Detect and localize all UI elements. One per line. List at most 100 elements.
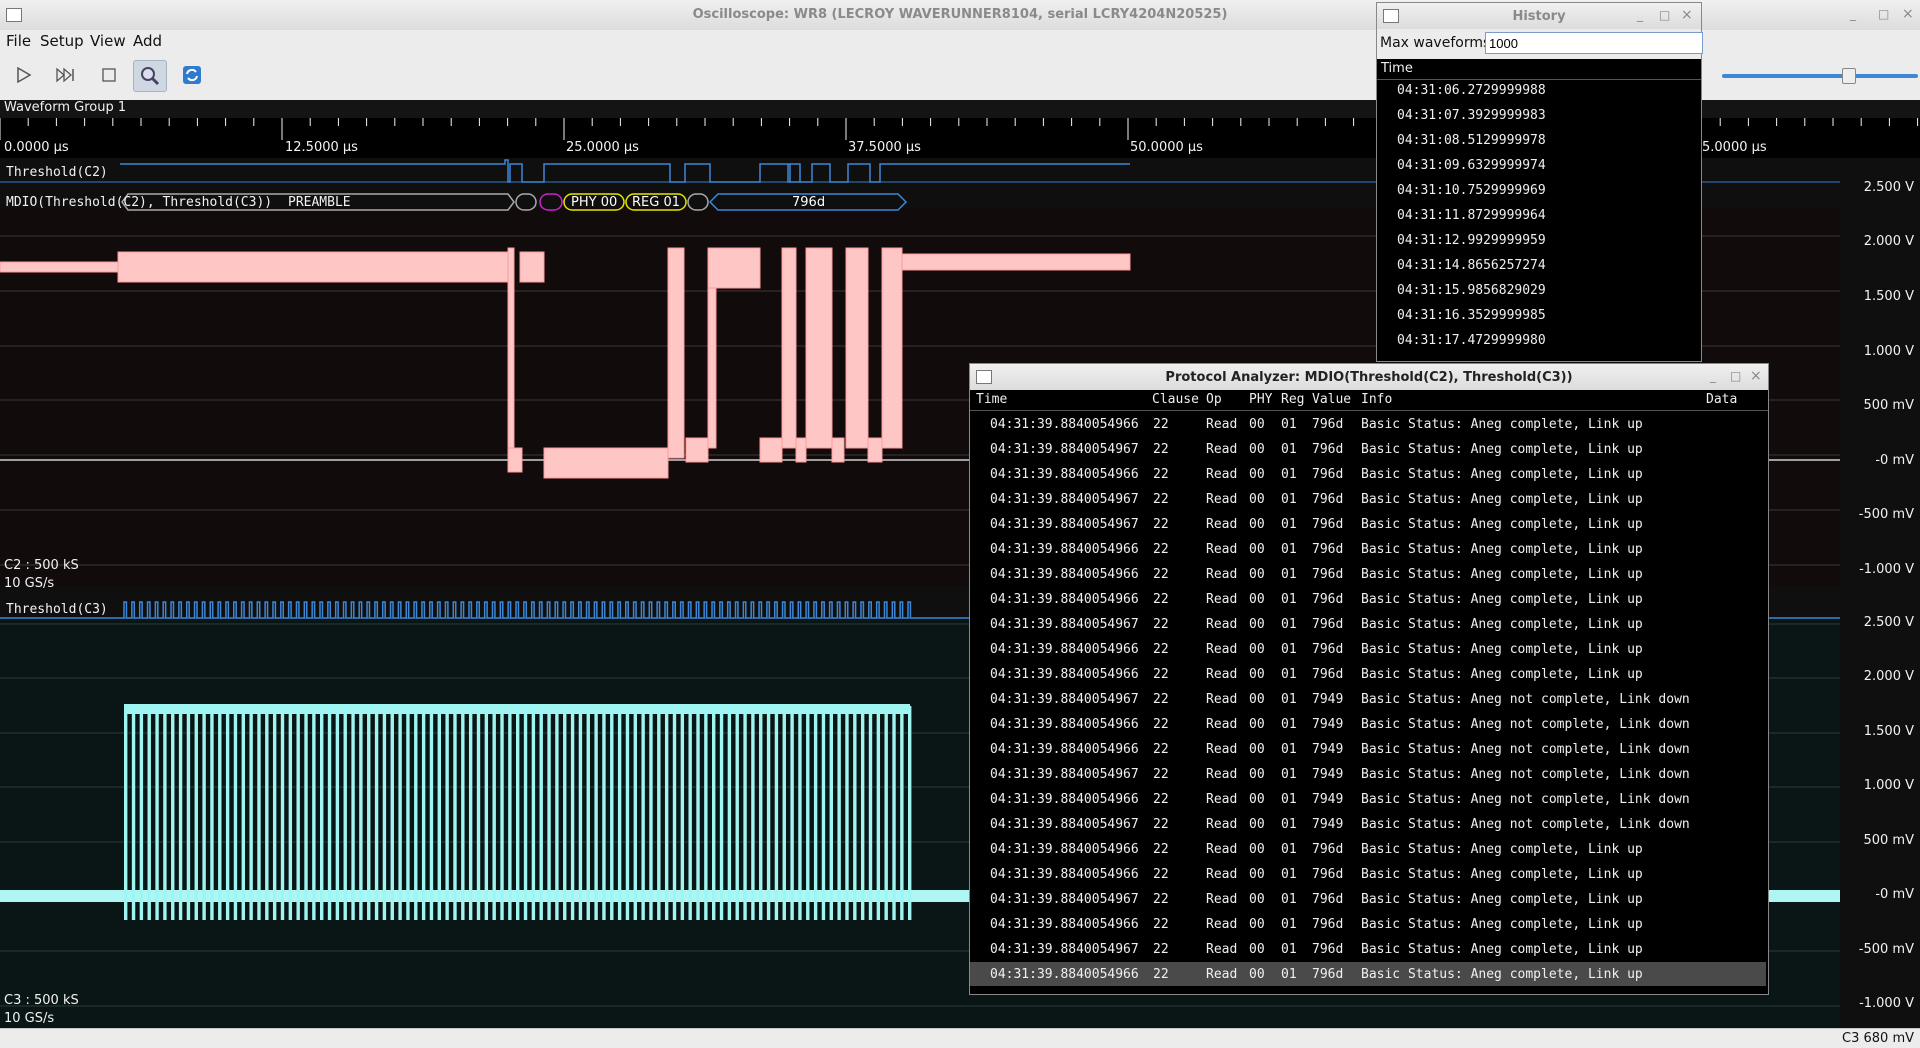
col-phy-header[interactable]: PHY [1249,392,1272,407]
cell-clause: 22 [1153,442,1169,457]
history-maximize-icon[interactable]: □ [1659,8,1670,22]
cell-value: 796d [1312,517,1344,532]
table-row[interactable]: 04:31:39.8840054967 22 Read 00 01 7949 Basic S… [970,812,1766,836]
table-row[interactable]: 04:31:39.8840054967 22 Read 00 01 796d Basic S… [970,437,1766,461]
c3-pulse [712,706,716,920]
cell-time: 04:31:39.8840054967 [990,692,1139,707]
zoom-button[interactable] [133,60,167,92]
history-row[interactable]: 04:31:12.9929999959 [1397,233,1546,248]
history-row[interactable]: 04:31:10.7529999969 [1397,183,1546,198]
menu-add[interactable]: Add [133,32,162,50]
refresh-button[interactable] [176,60,208,90]
cell-reg: 01 [1281,617,1297,632]
packet-value-label: 796d [792,195,826,210]
history-column-header[interactable]: Time [1377,59,1701,80]
c2-threshold-label: Threshold(C2) [6,165,108,180]
table-row[interactable]: 04:31:39.8840054967 22 Read 00 01 796d Basic S… [970,512,1766,536]
protocol-maximize-icon[interactable]: □ [1730,369,1741,383]
cell-info: Basic Status: Aneg not complete, Link do… [1361,742,1690,757]
table-row[interactable]: 04:31:39.8840054966 22 Read 00 01 796d Basic S… [970,637,1766,661]
history-title-bar[interactable]: History _ □ × [1377,3,1701,29]
cell-reg: 01 [1281,867,1297,882]
history-row[interactable]: 04:31:06.2729999988 [1397,83,1546,98]
c3-pulse [225,706,230,920]
history-row[interactable]: 04:31:07.3929999983 [1397,108,1546,123]
history-window[interactable]: History _ □ × Max waveforms Time 04:31:0… [1376,2,1703,362]
history-close-icon[interactable]: × [1681,7,1693,23]
cell-info: Basic Status: Aneg complete, Link up [1361,492,1643,507]
cell-phy: 00 [1249,917,1265,932]
protocol-title-bar[interactable]: Protocol Analyzer: MDIO(Threshold(C2), T… [970,364,1768,390]
history-row[interactable]: 04:31:14.8656257274 [1397,258,1546,273]
timebase-slider-knob[interactable] [1842,68,1856,84]
maximize-icon[interactable]: □ [1878,7,1889,21]
table-row[interactable]: 04:31:39.8840054967 22 Read 00 01 7949 Basic S… [970,687,1766,711]
table-row[interactable]: 04:31:39.8840054966 22 Read 00 01 7949 Basic S… [970,787,1766,811]
stop-button[interactable] [93,60,125,90]
table-row[interactable]: 04:31:39.8840054966 22 Read 00 01 796d Basic S… [970,412,1766,436]
table-row[interactable]: 04:31:39.8840054966 22 Read 00 01 7949 Basic S… [970,712,1766,736]
c3-pulse [696,706,700,920]
history-row[interactable]: 04:31:11.8729999964 [1397,208,1546,223]
col-time-header[interactable]: Time [976,392,1007,407]
table-row[interactable]: 04:31:39.8840054966 22 Read 00 01 796d Basic S… [970,462,1766,486]
col-reg-header[interactable]: Reg [1281,392,1304,407]
timebase-slider[interactable] [1722,74,1918,78]
table-row[interactable]: 04:31:39.8840054967 22 Read 00 01 796d Basic S… [970,887,1766,911]
history-minimize-icon[interactable]: _ [1637,8,1643,22]
table-row[interactable]: 04:31:39.8840054966 22 Read 00 01 796d Basic S… [970,912,1766,936]
protocol-minimize-icon[interactable]: _ [1710,369,1716,383]
cell-clause: 22 [1153,942,1169,957]
protocol-close-icon[interactable]: × [1750,368,1762,384]
cell-time: 04:31:39.8840054967 [990,492,1139,507]
cell-clause: 22 [1153,742,1169,757]
cell-time: 04:31:39.8840054967 [990,767,1139,782]
table-row[interactable]: 04:31:39.8840054967 22 Read 00 01 796d Basic S… [970,612,1766,636]
max-waveforms-input[interactable] [1485,32,1703,54]
table-row[interactable]: 04:31:39.8840054967 22 Read 00 01 7949 Basic S… [970,762,1766,786]
c3-pulse [445,706,449,920]
menu-file[interactable]: File [6,32,31,50]
cell-time: 04:31:39.8840054966 [990,542,1139,557]
menu-view[interactable]: View [90,32,126,50]
history-row[interactable]: 04:31:17.4729999980 [1397,333,1546,348]
c3-pulse [719,706,724,920]
col-clause-header[interactable]: Clause [1152,392,1199,407]
close-icon[interactable]: × [1902,6,1914,22]
table-row[interactable]: 04:31:39.8840054966 22 Read 00 01 796d Basic S… [970,837,1766,861]
cell-clause: 22 [1153,492,1169,507]
table-row[interactable]: 04:31:39.8840054966 22 Read 00 01 796d Basic S… [970,587,1766,611]
cell-time: 04:31:39.8840054967 [990,817,1139,832]
c3-high-level [124,704,910,714]
cell-time: 04:31:39.8840054967 [990,942,1139,957]
menu-setup[interactable]: Setup [40,32,84,50]
col-info-header[interactable]: Info [1361,392,1392,407]
minimize-icon[interactable]: _ [1850,7,1856,21]
history-row[interactable]: 04:31:08.5129999978 [1397,133,1546,148]
cell-op: Read [1206,842,1238,857]
history-row[interactable]: 04:31:09.6329999974 [1397,158,1546,173]
step-button[interactable] [50,60,82,90]
col-data-header[interactable]: Data [1706,392,1737,407]
history-row[interactable]: 04:31:15.9856829029 [1397,283,1546,298]
table-row[interactable]: 04:31:39.8840054966 22 Read 00 01 796d Basic S… [970,562,1766,586]
cell-value: 796d [1312,592,1344,607]
table-row[interactable]: 04:31:39.8840054967 22 Read 00 01 796d Basic S… [970,937,1766,961]
table-row[interactable]: 04:31:39.8840054966 22 Read 00 01 796d Basic S… [970,537,1766,561]
history-row[interactable]: 04:31:16.3529999985 [1397,308,1546,323]
col-op-header[interactable]: Op [1206,392,1222,407]
table-row[interactable]: 04:31:39.8840054966 22 Read 00 01 796d Basic S… [970,862,1766,886]
play-button[interactable] [8,60,40,90]
protocol-analyzer-window[interactable]: Protocol Analyzer: MDIO(Threshold(C2), T… [969,363,1769,995]
table-row[interactable]: 04:31:39.8840054966 22 Read 00 01 796d Basic S… [970,962,1766,986]
cell-phy: 00 [1249,567,1265,582]
cell-clause: 22 [1153,842,1169,857]
cell-reg: 01 [1281,967,1297,982]
table-row[interactable]: 04:31:39.8840054966 22 Read 00 01 7949 Basic S… [970,737,1766,761]
table-row[interactable]: 04:31:39.8840054966 22 Read 00 01 796d Basic S… [970,662,1766,686]
table-row[interactable]: 04:31:39.8840054967 22 Read 00 01 796d Basic S… [970,487,1766,511]
c2-channel-label: C2 : 500 kS [4,558,79,573]
cell-time: 04:31:39.8840054966 [990,917,1139,932]
col-value-header[interactable]: Value [1312,392,1351,407]
cell-op: Read [1206,692,1238,707]
